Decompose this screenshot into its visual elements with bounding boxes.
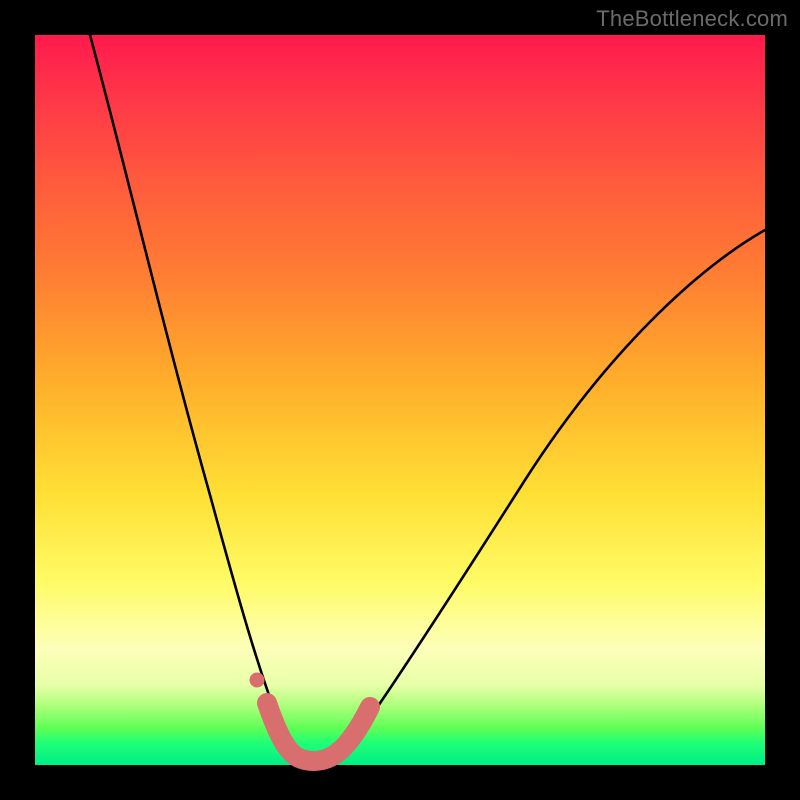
- chart-svg: [35, 35, 765, 765]
- marker-dot: [250, 673, 265, 688]
- plot-area: [35, 35, 765, 765]
- optimal-band-accent: [267, 703, 370, 761]
- watermark-text: TheBottleneck.com: [596, 6, 788, 32]
- bottleneck-curve: [90, 35, 765, 762]
- chart-frame: TheBottleneck.com: [0, 0, 800, 800]
